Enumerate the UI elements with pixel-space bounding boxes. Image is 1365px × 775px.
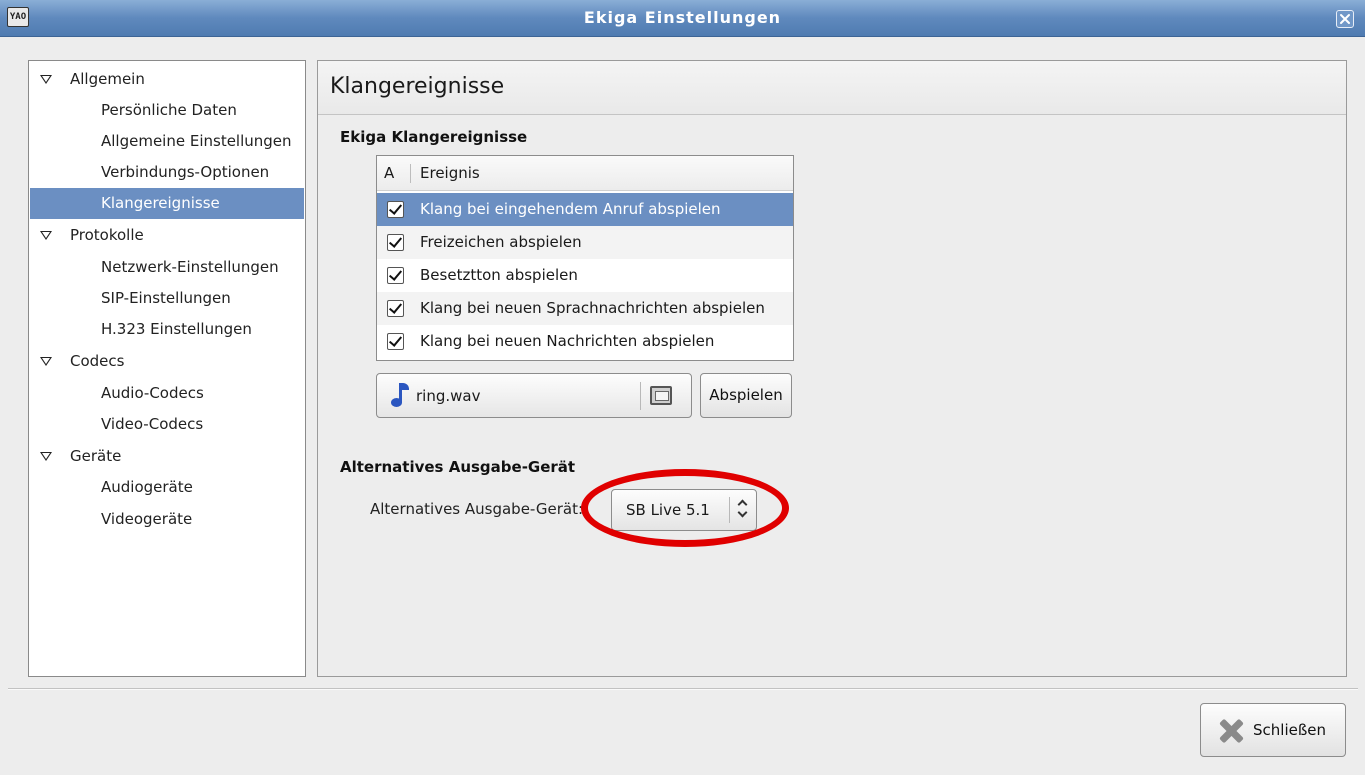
tree-item-label: Allgemeine Einstellungen (101, 132, 292, 150)
tree-item-video-codecs[interactable]: Video-Codecs (30, 409, 304, 440)
tree-item-label: Protokolle (70, 226, 144, 244)
tree-item-label: Geräte (70, 447, 122, 465)
tree-item-label: SIP-Einstellungen (101, 289, 231, 307)
tree-item-allgemeine-einstellungen[interactable]: Allgemeine Einstellungen (30, 126, 304, 157)
tree-item-label: Klangereignisse (101, 194, 220, 212)
settings-panel: Klangereignisse Ekiga Klangereignisse A … (317, 60, 1347, 677)
category-tree[interactable]: Allgemein Persönliche Daten Allgemeine E… (28, 60, 306, 677)
output-device-select[interactable]: SB Live 5.1 (611, 489, 757, 531)
app-icon[interactable]: YAO (7, 7, 29, 27)
list-item[interactable]: Besetztton abspielen (377, 259, 793, 292)
tree-item-sip-einstellungen[interactable]: SIP-Einstellungen (30, 283, 304, 314)
tree-item-label: Netzwerk-Einstellungen (101, 258, 279, 276)
expander-down-icon[interactable] (40, 231, 52, 240)
column-header-active[interactable]: A (384, 156, 394, 191)
chooser-divider (640, 382, 641, 410)
event-checkbox[interactable] (387, 267, 404, 284)
tree-item-label: Allgemein (70, 70, 145, 88)
output-device-value: SB Live 5.1 (626, 501, 710, 519)
tree-item-allgemein[interactable]: Allgemein (30, 64, 304, 95)
tree-item-label: Codecs (70, 352, 125, 370)
tree-item-netzwerk-einstellungen[interactable]: Netzwerk-Einstellungen (30, 252, 304, 283)
tree-item-videogeraete[interactable]: Videogeräte (30, 504, 304, 535)
event-label: Klang bei eingehendem Anruf abspielen (420, 200, 721, 218)
expander-down-icon[interactable] (40, 75, 52, 84)
tree-item-label: Persönliche Daten (101, 101, 237, 119)
event-label: Klang bei neuen Nachrichten abspielen (420, 332, 715, 350)
tree-item-verbindungs-optionen[interactable]: Verbindungs-Optionen (30, 157, 304, 188)
tree-item-klangereignisse[interactable]: Klangereignisse (30, 188, 304, 219)
close-button[interactable]: Schließen (1200, 703, 1346, 757)
tree-item-audiogeraete[interactable]: Audiogeräte (30, 472, 304, 503)
tree-item-h323-einstellungen[interactable]: H.323 Einstellungen (30, 314, 304, 345)
preferences-window: YAO Ekiga Einstellungen Allgemein Persön… (0, 0, 1365, 775)
tree-item-label: Videogeräte (101, 510, 193, 528)
section-title-sound-events: Ekiga Klangereignisse (340, 128, 528, 146)
tree-item-protokolle[interactable]: Protokolle (30, 220, 304, 251)
list-item[interactable]: Klang bei neuen Sprachnachrichten abspie… (377, 292, 793, 325)
sound-event-list[interactable]: A Ereignis Klang bei eingehendem Anruf a… (376, 155, 794, 361)
tree-item-label: Video-Codecs (101, 415, 204, 433)
up-down-arrows-icon (736, 499, 750, 520)
event-checkbox[interactable] (387, 300, 404, 317)
event-checkbox[interactable] (387, 234, 404, 251)
panel-header: Klangereignisse (318, 61, 1346, 115)
sound-file-name: ring.wav (416, 387, 481, 405)
event-label: Klang bei neuen Sprachnachrichten abspie… (420, 299, 765, 317)
event-label: Freizeichen abspielen (420, 233, 582, 251)
footer-divider (8, 688, 1358, 690)
list-item[interactable]: Klang bei neuen Nachrichten abspielen (377, 325, 793, 358)
tree-item-label: H.323 Einstellungen (101, 320, 252, 338)
event-checkbox[interactable] (387, 333, 404, 350)
event-checkbox[interactable] (387, 201, 404, 218)
sound-file-chooser[interactable]: ring.wav (376, 373, 692, 418)
tree-item-label: Audio-Codecs (101, 384, 204, 402)
page-title: Klangereignisse (330, 74, 505, 99)
close-icon[interactable] (1336, 10, 1354, 28)
play-button[interactable]: Abspielen (700, 373, 792, 418)
tree-item-geraete[interactable]: Geräte (30, 441, 304, 472)
tree-item-audio-codecs[interactable]: Audio-Codecs (30, 378, 304, 409)
output-device-label: Alternatives Ausgabe-Gerät: (370, 500, 584, 518)
title-bar[interactable]: YAO Ekiga Einstellungen (0, 0, 1365, 37)
column-header-event[interactable]: Ereignis (420, 156, 480, 191)
column-divider (410, 164, 411, 183)
list-item[interactable]: Klang bei eingehendem Anruf abspielen (377, 193, 793, 226)
expander-down-icon[interactable] (40, 452, 52, 461)
tree-item-persoenliche-daten[interactable]: Persönliche Daten (30, 95, 304, 126)
tree-item-codecs[interactable]: Codecs (30, 346, 304, 377)
event-label: Besetztton abspielen (420, 266, 578, 284)
section-title-output-device: Alternatives Ausgabe-Gerät (340, 458, 576, 476)
expander-down-icon[interactable] (40, 357, 52, 366)
list-item[interactable]: Freizeichen abspielen (377, 226, 793, 259)
folder-icon[interactable] (650, 386, 672, 405)
list-header: A Ereignis (377, 156, 793, 191)
tree-item-label: Audiogeräte (101, 478, 193, 496)
window-title: Ekiga Einstellungen (583, 8, 782, 27)
close-button-label: Schließen (1253, 721, 1327, 739)
combo-divider (729, 497, 730, 523)
music-note-icon (389, 383, 409, 409)
tree-item-label: Verbindungs-Optionen (101, 163, 270, 181)
close-x-icon (1219, 718, 1244, 744)
